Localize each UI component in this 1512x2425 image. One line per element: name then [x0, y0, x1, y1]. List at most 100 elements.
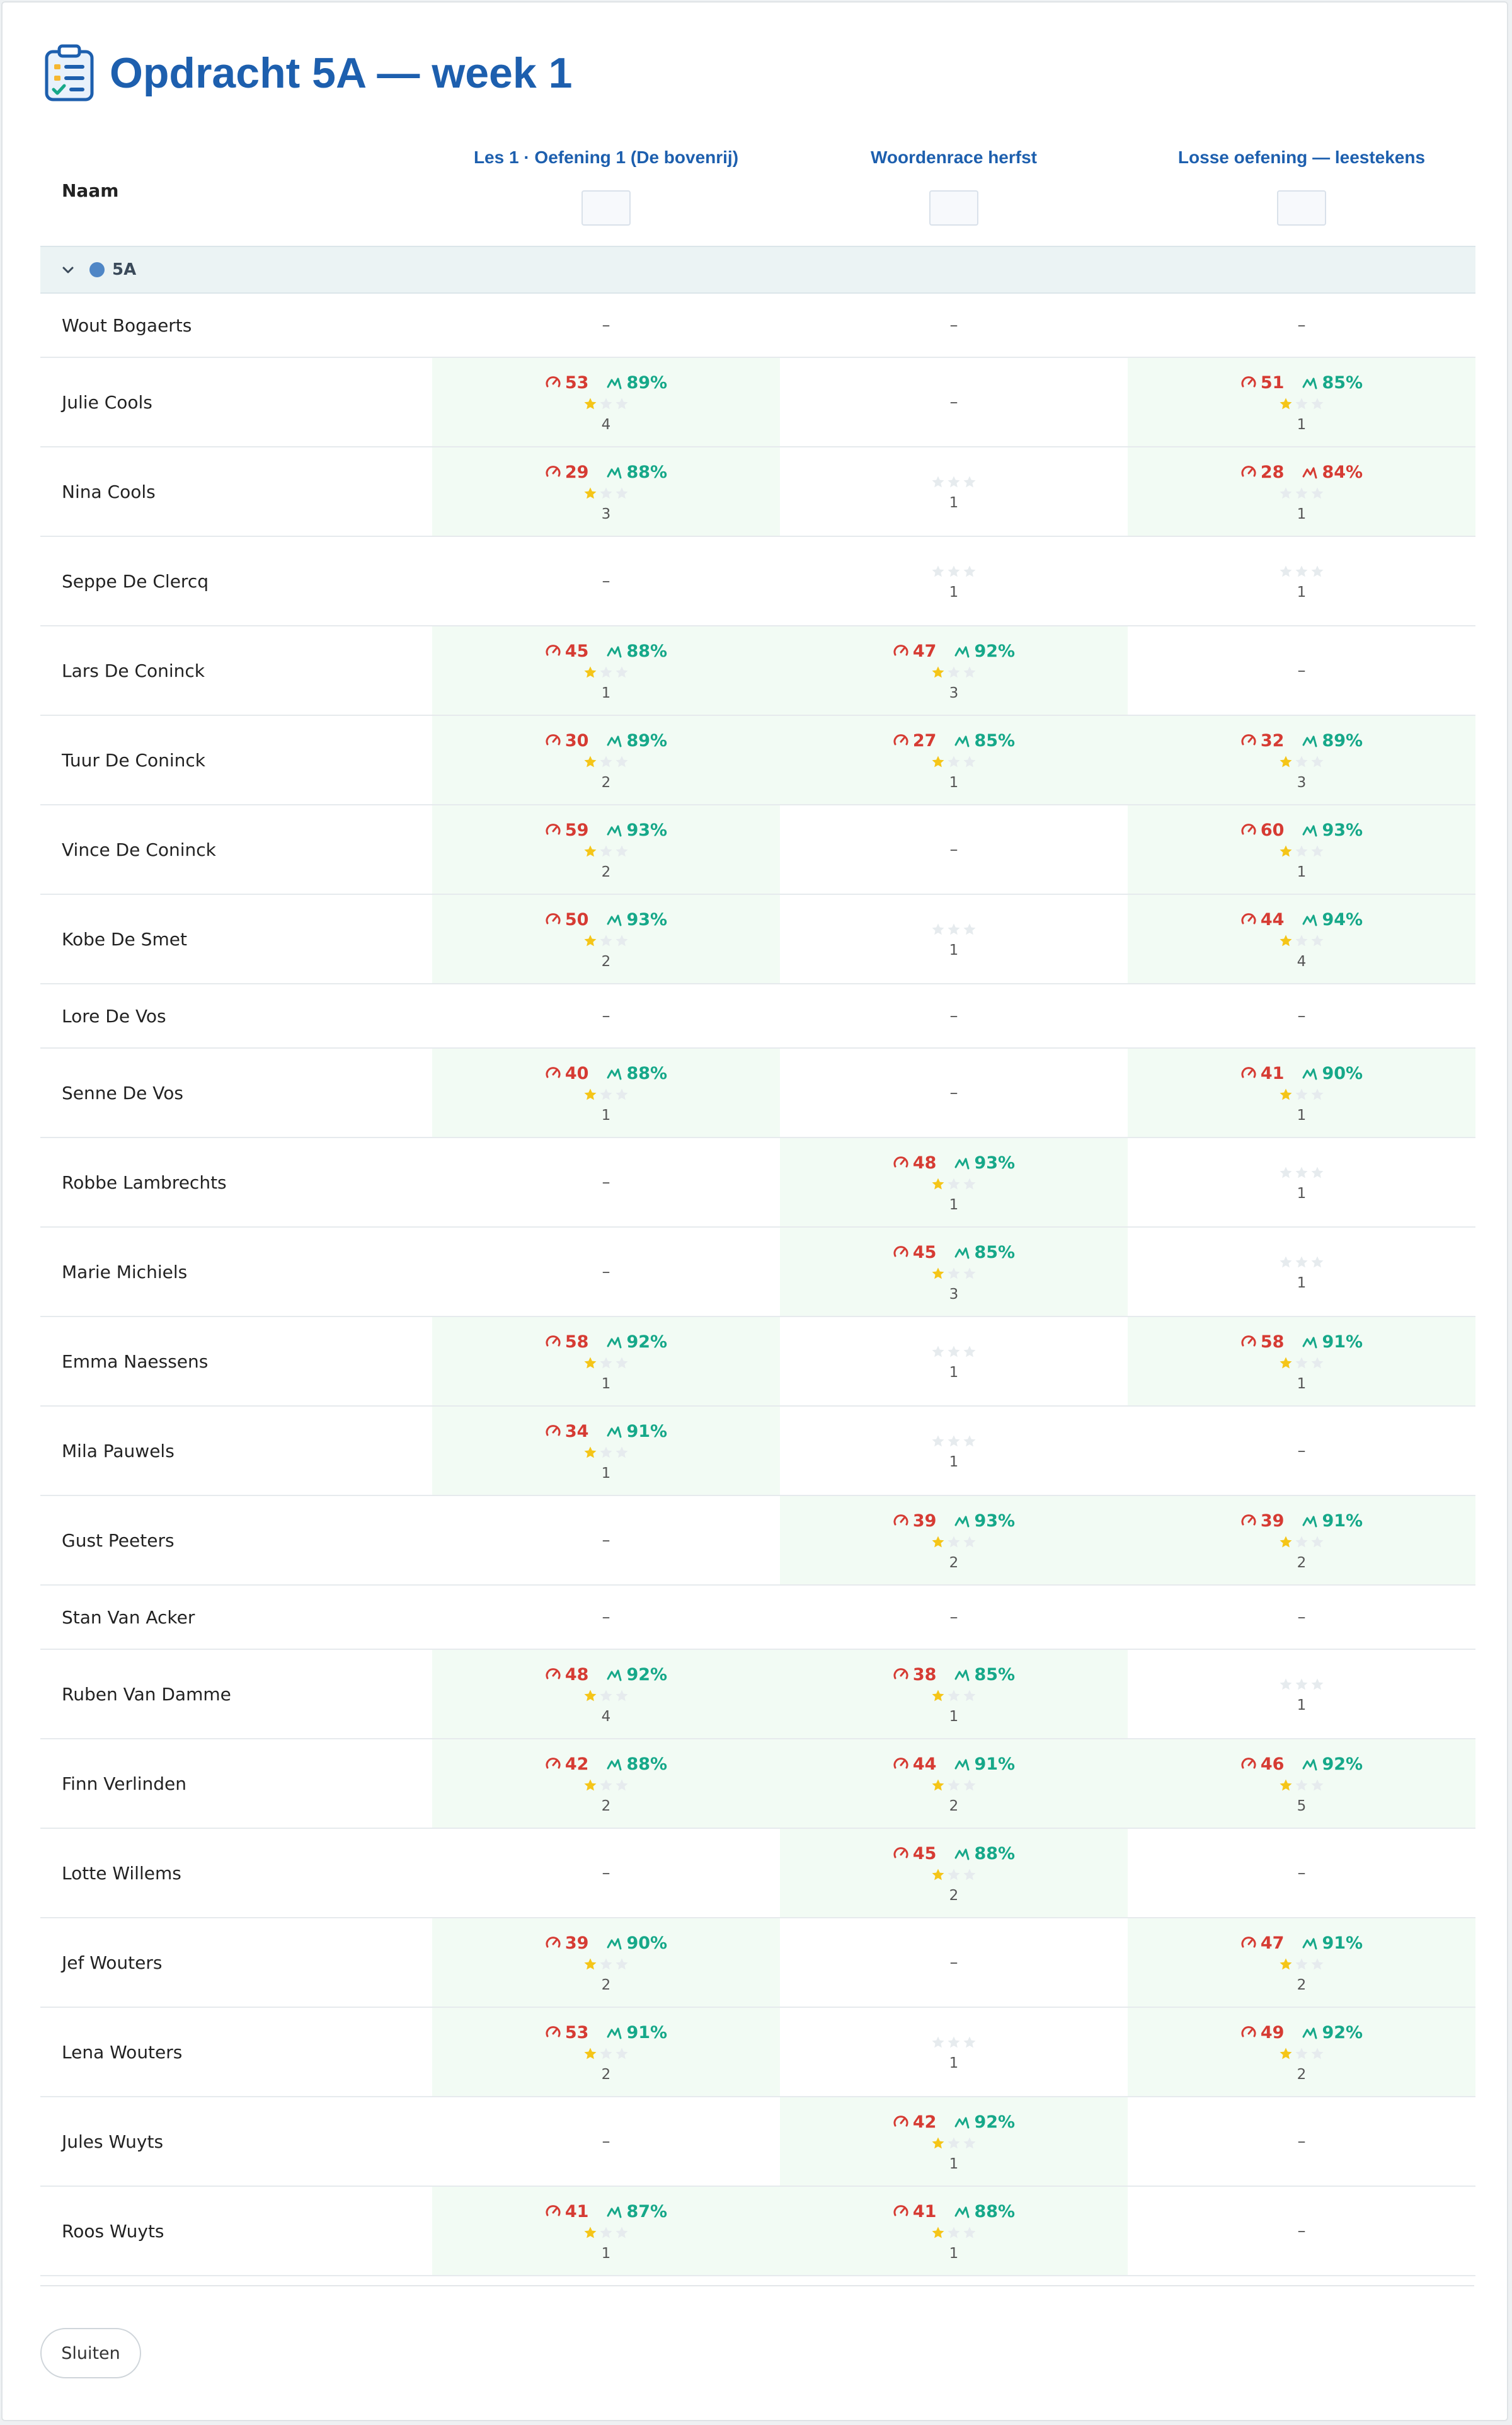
result-cell[interactable]: 30 89% 2 [432, 715, 780, 805]
result-cell-empty[interactable]: – [1128, 984, 1475, 1049]
chevron-down-icon[interactable] [60, 262, 76, 277]
table-row[interactable]: Tuur De Coninck 30 89% 2 27 85% 1 32 89% 3 [40, 715, 1475, 805]
result-cell-empty[interactable]: – [432, 1138, 780, 1228]
result-cell[interactable]: 1 [780, 1316, 1128, 1407]
column-header-exercise[interactable]: Woordenrace herfst [780, 135, 1128, 246]
table-row[interactable]: Roos Wuyts 41 87% 1 41 88% 1 – [40, 2186, 1475, 2276]
result-cell-empty[interactable]: – [432, 984, 780, 1049]
table-row[interactable]: Jef Wouters 39 90% 2 – 47 91% 2 [40, 1918, 1475, 2008]
result-cell[interactable]: 45 85% 3 [780, 1227, 1128, 1317]
result-cell-empty[interactable]: – [1128, 1828, 1475, 1918]
table-row[interactable]: Nina Cools 29 88% 3 1 28 84% 1 [40, 447, 1475, 537]
result-cell[interactable]: 29 88% 3 [432, 447, 780, 537]
result-cell[interactable]: 44 91% 2 [780, 1739, 1128, 1829]
result-cell-empty[interactable]: – [780, 1918, 1128, 2008]
result-cell[interactable]: 47 91% 2 [1128, 1918, 1475, 2008]
group-row[interactable]: 5A [40, 246, 1475, 294]
result-cell-empty[interactable]: – [780, 357, 1128, 447]
close-button[interactable]: Sluiten [40, 2328, 141, 2378]
table-row[interactable]: Vince De Coninck 59 93% 2 – 60 93% 1 [40, 805, 1475, 895]
table-row[interactable]: Emma Naessens 58 92% 1 1 58 91% 1 [40, 1316, 1475, 1407]
result-cell[interactable]: 49 92% 2 [1128, 2007, 1475, 2097]
result-cell[interactable]: 1 [1128, 1227, 1475, 1317]
table-row[interactable]: Lore De Vos – – – [40, 984, 1475, 1049]
result-cell[interactable]: 40 88% 1 [432, 1048, 780, 1138]
exercise-thumbnail[interactable] [1277, 190, 1326, 226]
result-cell-empty[interactable]: – [1128, 1406, 1475, 1496]
table-row[interactable]: Senne De Vos 40 88% 1 – 41 90% 1 [40, 1048, 1475, 1138]
result-cell[interactable]: 60 93% 1 [1128, 805, 1475, 895]
result-cell[interactable]: 27 85% 1 [780, 715, 1128, 805]
table-row[interactable]: Gust Peeters – 39 93% 2 39 91% 2 [40, 1495, 1475, 1586]
table-row[interactable]: Lotte Willems – 45 88% 2 – [40, 1828, 1475, 1918]
result-cell[interactable]: 53 91% 2 [432, 2007, 780, 2097]
result-cell[interactable]: 50 93% 2 [432, 894, 780, 984]
result-cell[interactable]: 45 88% 1 [432, 626, 780, 716]
result-cell-empty[interactable]: – [432, 1495, 780, 1586]
result-cell-empty[interactable]: – [432, 2097, 780, 2187]
result-cell[interactable]: 1 [780, 2007, 1128, 2097]
result-cell[interactable]: 1 [1128, 1138, 1475, 1228]
result-cell-empty[interactable]: – [1128, 1585, 1475, 1650]
result-cell[interactable]: 28 84% 1 [1128, 447, 1475, 537]
table-row[interactable]: Julie Cools 53 89% 4 – 51 85% 1 [40, 357, 1475, 447]
result-cell[interactable]: 1 [1128, 1649, 1475, 1739]
exercise-title[interactable]: Les 1 · Oefening 1 (De bovenrij) [432, 147, 780, 168]
result-cell[interactable]: 41 90% 1 [1128, 1048, 1475, 1138]
result-cell-empty[interactable]: – [780, 1585, 1128, 1650]
table-row[interactable]: Kobe De Smet 50 93% 2 1 44 94% 4 [40, 894, 1475, 984]
exercise-title[interactable]: Losse oefening — leestekens [1128, 147, 1475, 168]
result-cell[interactable]: 1 [780, 1406, 1128, 1496]
result-cell-empty[interactable]: – [432, 1585, 780, 1650]
table-row[interactable]: Wout Bogaerts – – – [40, 293, 1475, 358]
exercise-thumbnail[interactable] [581, 190, 631, 226]
table-row[interactable]: Lena Wouters 53 91% 2 1 49 92% 2 [40, 2007, 1475, 2097]
table-row[interactable]: Finn Verlinden 42 88% 2 44 91% 2 46 92% 5 [40, 1739, 1475, 1829]
result-cell[interactable]: 44 94% 4 [1128, 894, 1475, 984]
table-row[interactable]: Ruben Van Damme 48 92% 4 38 85% 1 1 [40, 1649, 1475, 1739]
result-cell[interactable]: 39 90% 2 [432, 1918, 780, 2008]
result-cell[interactable]: 39 93% 2 [780, 1495, 1128, 1586]
result-cell-empty[interactable]: – [1128, 293, 1475, 358]
result-cell-empty[interactable]: – [780, 984, 1128, 1049]
result-cell-empty[interactable]: – [432, 536, 780, 626]
result-cell-empty[interactable]: – [1128, 2186, 1475, 2276]
result-cell-empty[interactable]: – [432, 1828, 780, 1918]
result-cell[interactable]: 46 92% 5 [1128, 1739, 1475, 1829]
result-cell[interactable]: 38 85% 1 [780, 1649, 1128, 1739]
result-cell[interactable]: 34 91% 1 [432, 1406, 780, 1496]
result-cell[interactable]: 58 92% 1 [432, 1316, 780, 1407]
result-cell[interactable]: 42 88% 2 [432, 1739, 780, 1829]
result-cell[interactable]: 1 [780, 536, 1128, 626]
result-cell[interactable]: 45 88% 2 [780, 1828, 1128, 1918]
result-cell-empty[interactable]: – [432, 1227, 780, 1317]
table-row[interactable]: Stan Van Acker – – – [40, 1585, 1475, 1650]
result-cell-empty[interactable]: – [780, 1048, 1128, 1138]
result-cell[interactable]: 42 92% 1 [780, 2097, 1128, 2187]
exercise-thumbnail[interactable] [929, 190, 978, 226]
table-row[interactable]: Seppe De Clercq – 1 1 [40, 536, 1475, 626]
result-cell[interactable]: 58 91% 1 [1128, 1316, 1475, 1407]
column-header-exercise[interactable]: Les 1 · Oefening 1 (De bovenrij) [432, 135, 780, 246]
result-cell[interactable]: 1 [780, 447, 1128, 537]
result-cell-empty[interactable]: – [780, 805, 1128, 895]
column-header-exercise[interactable]: Losse oefening — leestekens [1128, 135, 1475, 246]
table-row[interactable]: Lars De Coninck 45 88% 1 47 92% 3 – [40, 626, 1475, 716]
result-cell-empty[interactable]: – [780, 293, 1128, 358]
result-cell[interactable]: 41 88% 1 [780, 2186, 1128, 2276]
result-cell[interactable]: 59 93% 2 [432, 805, 780, 895]
result-cell[interactable]: 51 85% 1 [1128, 357, 1475, 447]
result-cell[interactable]: 48 92% 4 [432, 1649, 780, 1739]
table-row[interactable]: Robbe Lambrechts – 48 93% 1 1 [40, 1138, 1475, 1228]
result-cell[interactable]: 41 87% 1 [432, 2186, 780, 2276]
result-cell[interactable]: 1 [780, 894, 1128, 984]
result-cell[interactable]: 1 [1128, 536, 1475, 626]
exercise-title[interactable]: Woordenrace herfst [780, 147, 1128, 168]
table-row[interactable]: Jules Wuyts – 42 92% 1 – [40, 2097, 1475, 2187]
result-cell[interactable]: 32 89% 3 [1128, 715, 1475, 805]
result-cell-empty[interactable]: – [1128, 626, 1475, 716]
result-cell[interactable]: 39 91% 2 [1128, 1495, 1475, 1586]
result-cell[interactable]: 47 92% 3 [780, 626, 1128, 716]
result-cell-empty[interactable]: – [1128, 2097, 1475, 2187]
result-cell-empty[interactable]: – [432, 293, 780, 358]
